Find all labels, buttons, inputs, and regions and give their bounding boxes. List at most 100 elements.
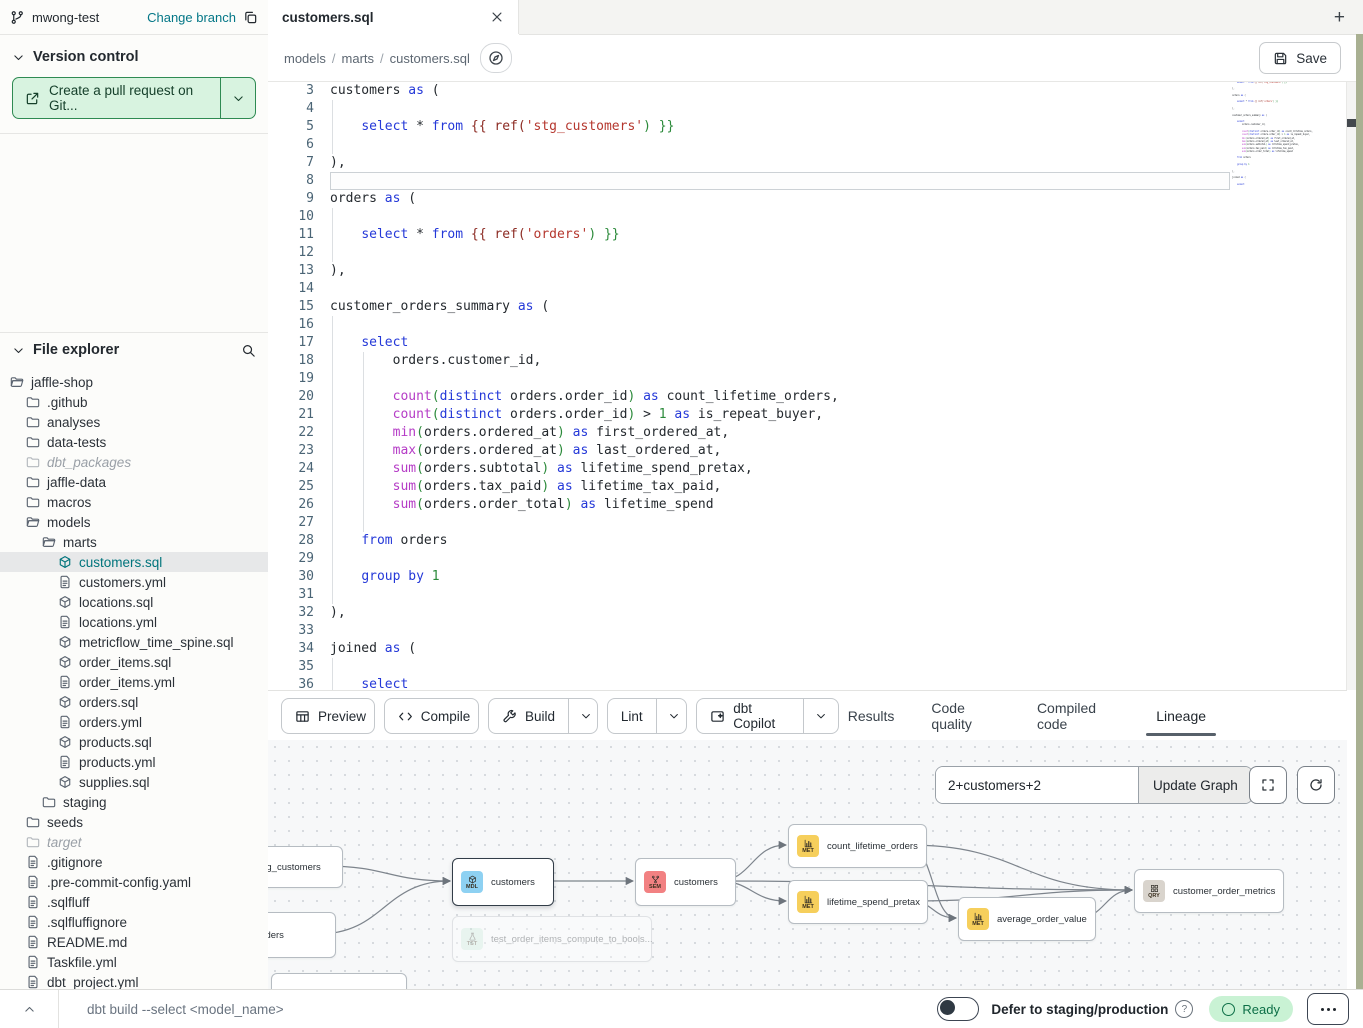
tab-compiled-code[interactable]: Compiled code	[1037, 691, 1119, 741]
model-icon	[58, 655, 72, 669]
defer-toggle[interactable]	[937, 997, 979, 1021]
lineage-node-lsp[interactable]: METlifetime_spend_pretax	[788, 880, 928, 924]
code-editor[interactable]: 3customers as (45 select * from {{ ref('…	[268, 82, 1363, 690]
model-health-button[interactable]	[480, 43, 512, 73]
tree-item-seeds[interactable]: seeds	[0, 812, 268, 832]
lineage-node-partial[interactable]	[271, 973, 407, 990]
save-button[interactable]: Save	[1259, 42, 1341, 74]
tree-item-orders-yml[interactable]: orders.yml	[0, 712, 268, 732]
folder-icon	[26, 435, 40, 449]
tree-item-readme-md[interactable]: README.md	[0, 932, 268, 952]
breadcrumb-item[interactable]: marts	[342, 51, 375, 66]
tree-item-order-items-sql[interactable]: order_items.sql	[0, 652, 268, 672]
tree-item-label: customers.yml	[79, 575, 166, 590]
tab-results[interactable]: Results	[848, 691, 895, 741]
node-badge-qry: QRY	[1143, 880, 1165, 902]
tree-item-marts[interactable]: marts	[0, 532, 268, 552]
lineage-node-avg[interactable]: METaverage_order_value	[958, 897, 1096, 941]
tab-code-quality[interactable]: Code quality	[931, 691, 1000, 741]
tree-item-locations-sql[interactable]: locations.sql	[0, 592, 268, 612]
search-icon[interactable]	[241, 343, 256, 358]
tree-item--pre-commit-config-yaml[interactable]: .pre-commit-config.yaml	[0, 872, 268, 892]
tree-item-order-items-yml[interactable]: order_items.yml	[0, 672, 268, 692]
folder-open-icon	[26, 515, 40, 529]
close-icon[interactable]	[490, 10, 504, 24]
dbt-copilot-button[interactable]: dbt Copilot	[696, 698, 839, 734]
lineage-node-mdl[interactable]: MDLcustomers	[452, 858, 554, 906]
tree-item-customers-yml[interactable]: customers.yml	[0, 572, 268, 592]
fullscreen-button[interactable]	[1249, 766, 1287, 804]
tree-item-jaffle-data[interactable]: jaffle-data	[0, 472, 268, 492]
version-control-header[interactable]: Version control	[0, 35, 268, 73]
lineage-node-tst[interactable]: TSTtest_order_items_compute_to_bools...	[452, 916, 652, 962]
tree-item-dbt-project-yml[interactable]: dbt_project.yml	[0, 972, 268, 990]
update-graph-button[interactable]: Update Graph	[1138, 767, 1252, 803]
tree-item-jaffle-shop[interactable]: jaffle-shop	[0, 372, 268, 392]
file-explorer-header[interactable]: File explorer	[0, 332, 268, 367]
refresh-button[interactable]	[1297, 766, 1335, 804]
preview-button[interactable]: Preview	[281, 698, 375, 734]
tree-item-locations-yml[interactable]: locations.yml	[0, 612, 268, 632]
tree-item-target[interactable]: target	[0, 832, 268, 852]
tree-item-staging[interactable]: staging	[0, 792, 268, 812]
tree-item-data-tests[interactable]: data-tests	[0, 432, 268, 452]
tree-item-label: seeds	[47, 815, 83, 830]
create-pr-dropdown[interactable]	[221, 78, 255, 118]
code-line-31: 31	[268, 586, 1363, 604]
tree-item-products-sql[interactable]: products.sql	[0, 732, 268, 752]
lineage-node-cnt[interactable]: METcount_lifetime_orders	[788, 824, 927, 868]
scrollbar-thumb[interactable]	[1347, 119, 1356, 127]
build-button[interactable]: Build	[488, 698, 598, 734]
compile-button[interactable]: Compile	[384, 698, 479, 734]
folder-icon	[42, 795, 56, 809]
copy-icon[interactable]	[243, 10, 258, 25]
tree-item-dbt-packages[interactable]: dbt_packages	[0, 452, 268, 472]
minimap[interactable]: customers as ( select * from {{ ref('stg…	[1232, 82, 1320, 196]
code-line-16: 16	[268, 316, 1363, 334]
new-tab-button[interactable]: +	[1334, 7, 1345, 29]
tree-item-metricflow-time-spine-sql[interactable]: metricflow_time_spine.sql	[0, 632, 268, 652]
tab-lineage[interactable]: Lineage	[1156, 691, 1206, 741]
lineage-node-ord[interactable]: MDLorders	[268, 912, 336, 958]
tree-item--github[interactable]: .github	[0, 392, 268, 412]
breadcrumb-item[interactable]: customers.sql	[390, 51, 470, 66]
line-number: 4	[268, 100, 330, 118]
change-branch-link[interactable]: Change branch	[147, 10, 236, 25]
tree-item-customers-sql[interactable]: customers.sql	[0, 552, 268, 572]
tree-item--sqlfluff[interactable]: .sqlfluff	[0, 892, 268, 912]
editor-scrollbar[interactable]	[1346, 82, 1356, 690]
build-dropdown[interactable]	[568, 699, 598, 733]
tree-item--sqlfluffignore[interactable]: .sqlfluffignore	[0, 912, 268, 932]
tree-item-products-yml[interactable]: products.yml	[0, 752, 268, 772]
model-icon	[58, 735, 72, 749]
lineage-node-qry[interactable]: QRYcustomer_order_metrics	[1134, 869, 1284, 913]
badge-code: MET	[972, 921, 984, 927]
command-input[interactable]	[85, 1001, 937, 1018]
code-line-6: 6	[268, 136, 1363, 154]
line-number: 36	[268, 676, 330, 690]
lint-dropdown[interactable]	[656, 699, 688, 733]
more-options-button[interactable]	[1307, 993, 1349, 1025]
metric-chart-icon	[804, 895, 813, 904]
tree-item-macros[interactable]: macros	[0, 492, 268, 512]
lineage-node-stg[interactable]: MDLstg_customers	[268, 846, 343, 888]
tree-item-supplies-sql[interactable]: supplies.sql	[0, 772, 268, 792]
create-pr-button[interactable]: Create a pull request on Git...	[12, 77, 256, 119]
tree-item-taskfile-yml[interactable]: Taskfile.yml	[0, 952, 268, 972]
breadcrumb-separator: /	[380, 51, 384, 66]
file-icon	[26, 875, 40, 889]
code-line-17: 17 select	[268, 334, 1363, 352]
tree-item-orders-sql[interactable]: orders.sql	[0, 692, 268, 712]
dbt-copilot-dropdown[interactable]	[803, 699, 838, 733]
tree-item-analyses[interactable]: analyses	[0, 412, 268, 432]
breadcrumb-item[interactable]: models	[284, 51, 326, 66]
tree-item--gitignore[interactable]: .gitignore	[0, 852, 268, 872]
line-number: 16	[268, 316, 330, 334]
tree-item-models[interactable]: models	[0, 512, 268, 532]
lint-button[interactable]: Lint	[607, 698, 687, 734]
tab-customers-sql[interactable]: customers.sql	[268, 0, 519, 34]
selector-input[interactable]	[936, 767, 1138, 803]
help-icon[interactable]: ?	[1175, 1000, 1193, 1018]
lineage-node-sem[interactable]: SEMcustomers	[635, 858, 736, 906]
chevron-up-icon[interactable]	[0, 1003, 58, 1016]
